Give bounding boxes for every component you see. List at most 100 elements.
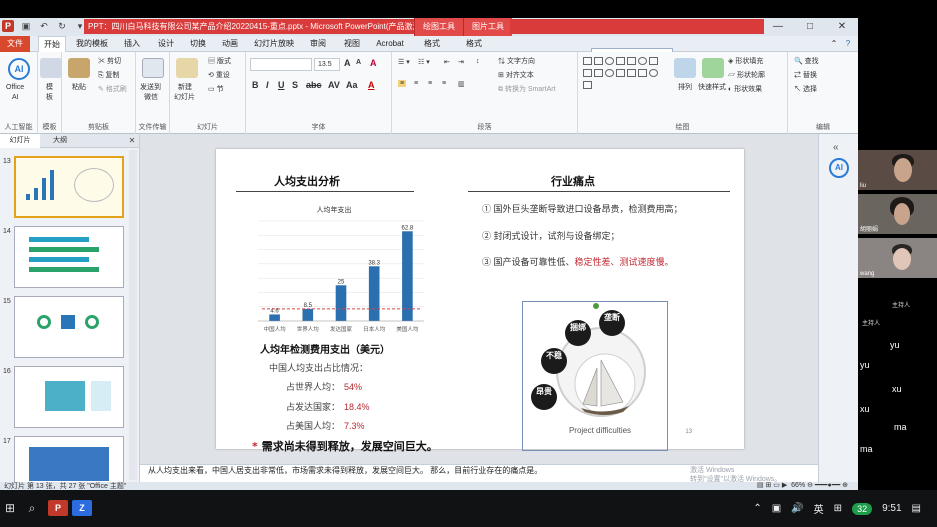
close-panel-icon[interactable]: ✕ [125,134,139,147]
slide-thumbnail-13[interactable] [14,156,124,218]
format-painter-button[interactable]: ✎ 格式刷 [98,84,127,94]
align-right-icon[interactable]: ≡ [428,80,432,87]
tab-slides[interactable]: 幻灯片 [0,134,40,148]
line-spacing-icon[interactable]: ↕ [476,58,480,65]
notifications-icon[interactable]: ▤ [912,503,921,514]
arrange-icon[interactable] [674,58,696,78]
shape-rect-icon[interactable] [583,69,592,77]
shape-oval-icon[interactable] [605,57,614,65]
tab-acrobat[interactable]: Acrobat [372,36,408,52]
video-tile-3[interactable]: wang [858,238,937,278]
indent-decrease-icon[interactable]: ⇤ [444,58,450,66]
clock[interactable]: 9:51 [882,503,901,514]
minimize-ribbon-icon[interactable]: ⌃ [828,36,840,52]
context-tab-drawing-tools[interactable]: 绘图工具 [414,18,463,36]
pain-point-2[interactable]: ② 封闭式设计，试剂与设备绑定； [482,229,620,242]
tab-my-templates[interactable]: 我的模板 [74,36,110,52]
thumbnail-row[interactable]: 13 [0,156,140,220]
cut-button[interactable]: ✂ 剪切 [98,56,121,66]
maximize-button[interactable]: □ [794,18,826,36]
thumbnail-row[interactable]: 15 [0,296,140,360]
wechat-send-icon[interactable] [142,58,164,78]
select-button[interactable]: ↖ 选择 [794,84,817,94]
text-direction-button[interactable]: ⇅ 文字方向 [498,56,535,66]
align-text-button[interactable]: ⊞ 对齐文本 [498,70,534,80]
zoom-taskbar-icon[interactable]: Z [72,500,92,516]
wechat-label[interactable]: 微信 [144,92,158,102]
annual-spend-heading[interactable]: 人均年检测费用支出（美元） [260,341,390,356]
ratio-row-world[interactable]: 占世界人均： 54% [286,380,362,393]
paste-button[interactable]: 粘贴 [72,82,86,92]
shape-rect-icon[interactable] [616,57,625,65]
tab-outline[interactable]: 大纲 [40,134,80,148]
smartart-button[interactable]: ⧉ 转换为 SmartArt [498,84,556,94]
tab-design[interactable]: 设计 [154,36,178,52]
undo-icon[interactable]: ↶ [38,20,50,32]
shape-fill-button[interactable]: ◈ 形状填充 [728,56,763,66]
template-label[interactable]: 模 [46,82,53,92]
reset-button[interactable]: ⟲ 重设 [208,70,230,80]
indent-increase-icon[interactable]: ⇥ [458,58,464,66]
bar-chart[interactable]: 人均年支出 4.6 中国人均 8.5 世界人均 25 发达国家 38.3 日本人均 62.8 美国… [234,205,434,343]
shrink-font-button[interactable]: A [356,59,361,66]
change-case-button[interactable]: Aa [346,80,358,90]
tab-insert[interactable]: 插入 [120,36,144,52]
columns-icon[interactable]: ▥ [458,80,465,88]
notification-badge[interactable]: 32 [852,502,873,515]
collapse-icon[interactable]: « [833,142,839,153]
arrange-label[interactable]: 排列 [678,82,692,92]
underline-button[interactable]: U [278,80,285,90]
tab-format-drawing[interactable]: 格式 [420,36,444,52]
shape-oval-icon[interactable] [605,69,614,77]
ppt-app-icon[interactable]: P [2,20,14,32]
strikethrough-button[interactable]: abc [306,80,322,90]
ratio-row-us[interactable]: 占美国人均： 7.3% [286,419,365,432]
shape-rect-icon[interactable] [638,69,647,77]
clear-format-button[interactable]: A [370,58,377,68]
context-tab-picture-tools[interactable]: 图片工具 [463,18,512,36]
tab-slide-show[interactable]: 幻灯片放映 [252,36,296,52]
left-section-title[interactable]: 人均支出分析 [274,173,340,189]
volume-icon[interactable]: 🔊 [791,503,803,514]
ratio-row-developed[interactable]: 占发达国家： 18.4% [286,400,370,413]
shape-rect-icon[interactable] [627,69,636,77]
ime-grid-icon[interactable]: ⊞ [834,503,842,514]
office-ai-icon[interactable]: AI [8,58,30,80]
office-ai-label[interactable]: Office [6,84,24,91]
video-tile-1[interactable]: liu [858,150,937,190]
slide-thumbnail-15[interactable] [14,296,124,358]
send-to-label[interactable]: 发送到 [140,82,161,92]
slide[interactable]: 人均支出分析 行业痛点 人均年支出 4.6 中国人均 8.5 世界人均 25 发达国家 38… [216,149,744,453]
project-difficulties-diagram[interactable]: 垄断 捆绑 不稳 昂贵 Project difficulties [522,301,668,451]
save-icon[interactable]: ▣ [20,20,32,32]
ratio-heading[interactable]: 中国人均支出占比情况： [269,361,368,374]
shape-outline-button[interactable]: ▱ 形状轮廓 [728,70,765,80]
slide-thumbnail-14[interactable] [14,226,124,288]
font-color-button[interactable]: A [368,80,375,90]
input-lang[interactable]: 英 [814,501,824,516]
redo-icon[interactable]: ↻ [56,20,68,32]
find-button[interactable]: 🔍 查找 [794,56,819,66]
network-icon[interactable]: ▣ [772,503,781,514]
replace-button[interactable]: ⇄ 替换 [794,70,817,80]
ai-assistant-icon[interactable]: AI [829,158,849,178]
thumbnail-scrollbar[interactable] [129,150,137,480]
minimize-button[interactable]: — [762,18,794,36]
shape-oval-icon[interactable] [649,69,658,77]
search-icon[interactable]: ⌕ [22,490,42,527]
numbering-icon[interactable]: ☷ ▾ [418,58,430,66]
tab-home[interactable]: 开始 [38,36,66,52]
shape-oval-icon[interactable] [638,57,647,65]
grow-font-button[interactable]: A [344,58,351,68]
new-slide-icon[interactable] [176,58,198,78]
shape-rect-icon[interactable] [594,69,603,77]
shape-rect-icon[interactable] [583,81,592,89]
template-icon[interactable] [40,58,62,78]
justify-icon[interactable]: ≡ [442,80,446,87]
shape-rect-icon[interactable] [616,69,625,77]
bullets-icon[interactable]: ☰ ▾ [398,58,410,66]
video-tile-2[interactable]: 胡丽娟 [858,194,937,234]
thumbnail-row[interactable]: 14 [0,226,140,290]
tab-review[interactable]: 审阅 [306,36,330,52]
paste-icon[interactable] [68,58,90,78]
